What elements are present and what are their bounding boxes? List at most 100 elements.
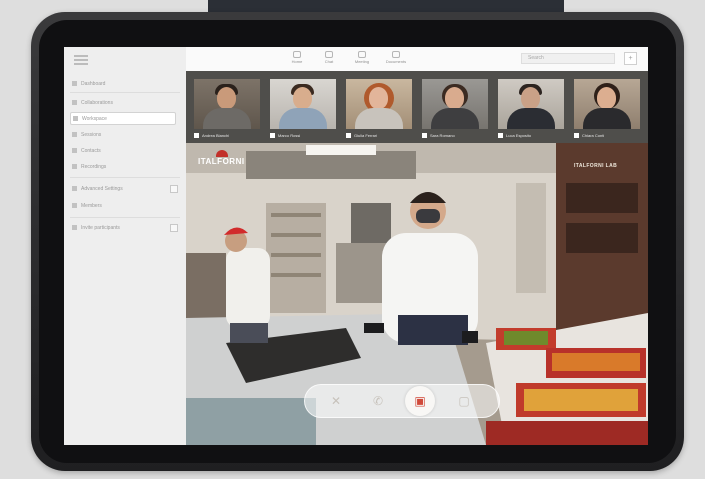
nav-chat[interactable]: Chat <box>314 50 344 68</box>
participant-body <box>583 108 631 129</box>
participant-face <box>445 87 464 109</box>
home-icon <box>72 81 77 86</box>
participant-face <box>597 87 616 109</box>
nav-label: Home <box>291 59 303 64</box>
participant-label: Marco Rossi <box>270 132 336 139</box>
participant-tile[interactable] <box>574 79 640 129</box>
checkbox-icon[interactable] <box>346 133 351 138</box>
participant-face <box>293 87 312 109</box>
participant-strip: Andrea Bianchi Marco Rossi Giulia Ferrar… <box>186 71 648 143</box>
participant-name: Andrea Bianchi <box>202 133 230 138</box>
participant-name: Sara Romano <box>430 133 455 138</box>
sidebar-item-workspace[interactable]: Workspace <box>70 112 176 125</box>
session-icon <box>72 132 77 137</box>
nav-label: Chat <box>324 59 334 64</box>
sidebar-item-label: Dashboard <box>81 80 106 87</box>
nav-documents[interactable]: Documents <box>381 50 411 68</box>
participant-face <box>521 87 540 109</box>
nav-label: Meeting <box>354 59 370 64</box>
participant-label: Chiara Conti <box>574 132 640 139</box>
participant-tile[interactable] <box>270 79 336 129</box>
chat-button[interactable]: ▢ <box>453 390 475 412</box>
sidebar-item-label: Recordings <box>81 163 107 170</box>
participant-name: Luca Esposito <box>506 133 532 138</box>
sidebar-item-invite[interactable]: Invite participants <box>72 221 178 234</box>
add-button[interactable]: + <box>624 52 637 65</box>
participant-body <box>507 108 555 129</box>
participant-body <box>355 108 403 129</box>
chat-icon <box>325 51 333 58</box>
sidebar-item-dashboard[interactable]: Dashboard <box>72 77 178 90</box>
checkbox-icon[interactable] <box>498 133 503 138</box>
sidebar-item-label: Workspace <box>82 115 107 122</box>
checkbox-icon[interactable] <box>422 133 427 138</box>
brand-text: ITALFORNI <box>198 157 245 166</box>
participant-tile[interactable] <box>422 79 488 129</box>
invite-icon <box>72 225 77 230</box>
call-controls: ✕ ✆ ▣ ▢ <box>304 384 500 418</box>
sidebar-item-advanced-settings[interactable]: Advanced Settings <box>72 182 178 195</box>
chat-icon: ▢ <box>458 394 470 408</box>
participant-name: Marco Rossi <box>278 133 301 138</box>
home-icon <box>293 51 301 58</box>
settings-icon <box>72 186 77 191</box>
participant-name: Chiara Conti <box>582 133 605 138</box>
mic-off-button[interactable]: ✕ <box>325 390 347 412</box>
phone-icon: ✆ <box>372 394 384 408</box>
workspace-icon <box>73 116 78 121</box>
sidebar: Dashboard Collaborations Workspace Sessi… <box>64 47 187 445</box>
checkbox-icon[interactable] <box>270 133 275 138</box>
participant-tile[interactable] <box>498 79 564 129</box>
meeting-icon <box>358 51 366 58</box>
sidebar-item-label: Collaborations <box>81 99 113 106</box>
sidebar-divider <box>70 177 180 178</box>
participant-name: Giulia Ferrari <box>354 133 378 138</box>
sidebar-item-members[interactable]: Members <box>72 199 178 212</box>
participant-body <box>431 108 479 129</box>
participant-body <box>203 108 251 129</box>
search-input[interactable]: Search <box>521 53 615 64</box>
main-video[interactable]: ITALFORNI ITALFORNI LAB ✕ ✆ ▣ ▢ <box>186 143 648 445</box>
checkbox-icon[interactable] <box>574 133 579 138</box>
record-icon <box>72 164 77 169</box>
participant-label: Luca Esposito <box>498 132 564 139</box>
call-button[interactable]: ✆ <box>367 390 389 412</box>
participant-face <box>217 87 236 109</box>
user-icon <box>72 203 77 208</box>
participant-label: Andrea Bianchi <box>194 132 260 139</box>
sidebar-item-label: Sessions <box>81 131 102 138</box>
nav-meeting[interactable]: Meeting <box>347 50 377 68</box>
sidebar-item-label: Contacts <box>81 147 101 154</box>
participant-tile[interactable] <box>194 79 260 129</box>
nav-label: Documents <box>385 59 407 64</box>
participant-tile[interactable] <box>346 79 412 129</box>
camera-button[interactable]: ▣ <box>405 386 435 416</box>
sidebar-item-contacts[interactable]: Contacts <box>72 144 178 157</box>
logo-arc-icon <box>216 150 228 157</box>
participant-label: Sara Romano <box>422 132 488 139</box>
mic-off-icon: ✕ <box>330 394 342 408</box>
contacts-icon <box>72 148 77 153</box>
sidebar-item-label: Members <box>81 202 102 209</box>
sidebar-item-label: Advanced Settings <box>81 185 123 192</box>
list-icon <box>72 100 77 105</box>
participant-label: Giulia Ferrari <box>346 132 412 139</box>
sidebar-item-collaborations[interactable]: Collaborations <box>72 96 178 109</box>
document-icon <box>392 51 400 58</box>
sidebar-item-sessions[interactable]: Sessions <box>72 128 178 141</box>
participant-body <box>279 108 327 129</box>
invite-toggle[interactable] <box>170 224 178 232</box>
sidebar-divider <box>70 92 180 93</box>
sidebar-item-recordings[interactable]: Recordings <box>72 160 178 173</box>
menu-icon[interactable] <box>74 55 88 65</box>
nav-home[interactable]: Home <box>282 50 312 68</box>
brand-logo: ITALFORNI <box>198 150 245 166</box>
wall-sign: ITALFORNI LAB <box>574 163 618 169</box>
sidebar-divider <box>70 217 180 218</box>
checkbox-icon[interactable] <box>194 133 199 138</box>
top-bar: Home Chat Meeting Documents Search + <box>186 47 648 72</box>
participant-face <box>369 87 388 109</box>
app-screen: Dashboard Collaborations Workspace Sessi… <box>64 47 648 445</box>
advanced-toggle[interactable] <box>170 185 178 193</box>
sidebar-item-label: Invite participants <box>81 224 120 231</box>
